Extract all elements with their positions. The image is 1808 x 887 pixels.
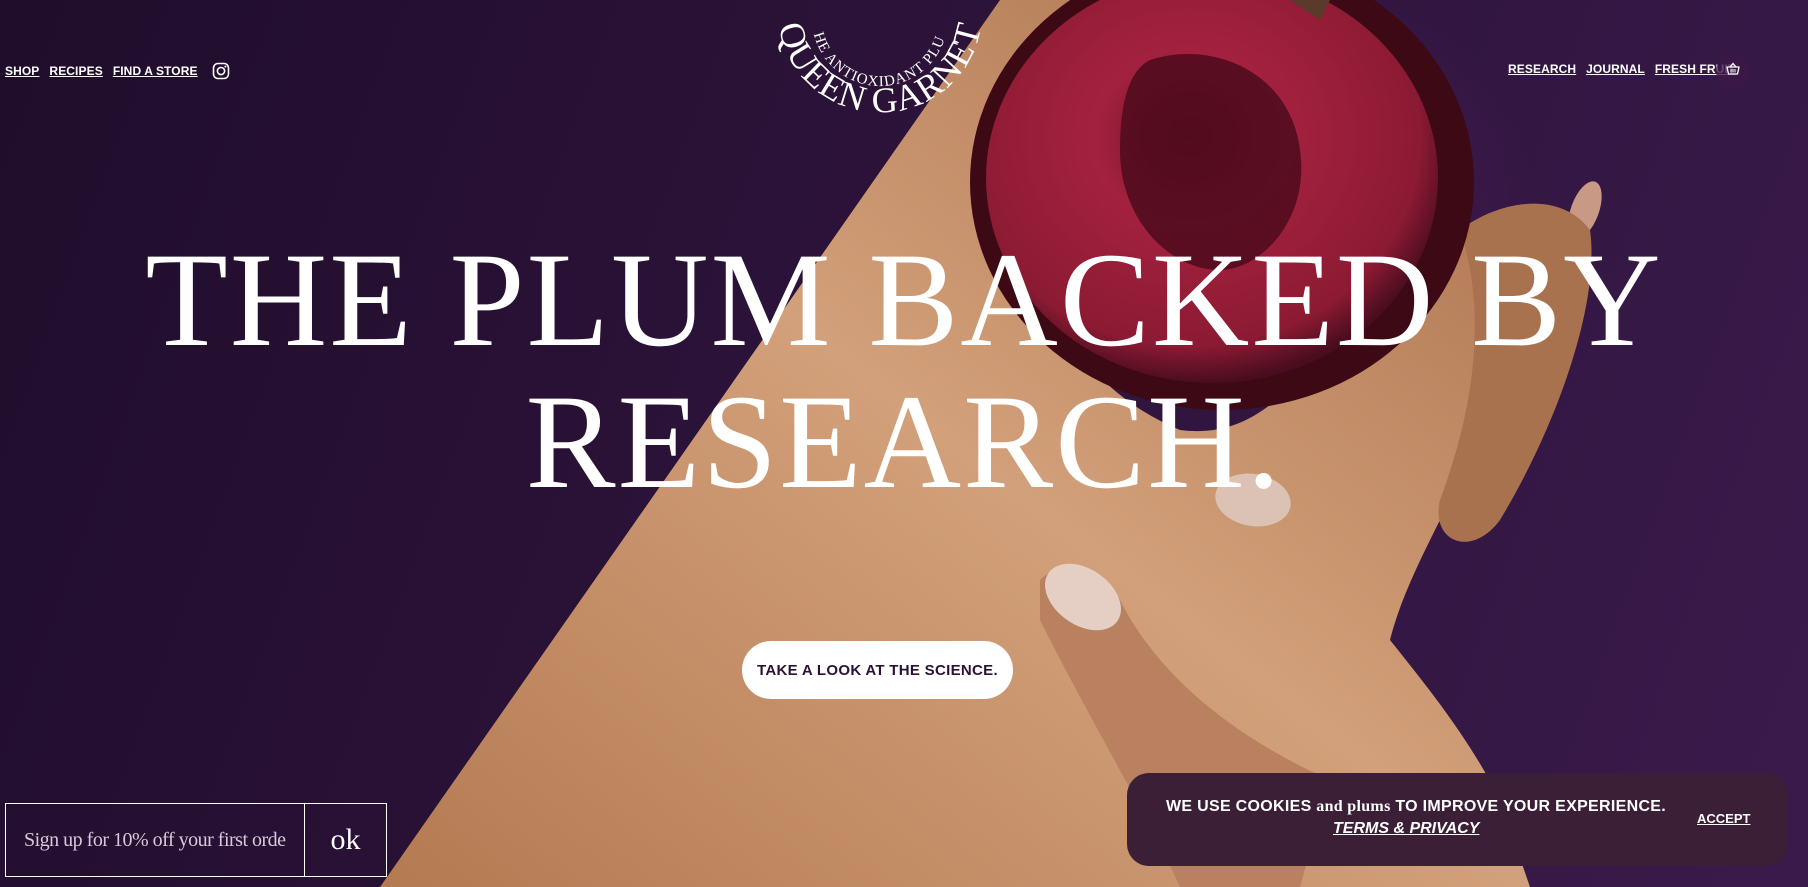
instagram-icon[interactable] [212, 62, 230, 80]
logo-brand: QUEEN GARNET [770, 18, 988, 121]
terms-privacy-link[interactable]: TERMS & PRIVACY [1333, 820, 1479, 838]
signup-ok-button[interactable]: ok [304, 804, 386, 876]
cookie-message-part-2: and plums [1316, 798, 1391, 815]
cookie-accept-button[interactable]: ACCEPT [1697, 811, 1750, 826]
nav-left: SHOP RECIPES FIND A STORE [5, 62, 230, 80]
cart-button[interactable] [1716, 54, 1750, 88]
nav-find-a-store[interactable]: FIND A STORE [113, 64, 198, 78]
nav-journal[interactable]: JOURNAL [1586, 62, 1645, 76]
headline-line-2: RESEARCH. [525, 368, 1283, 517]
hero-headline: THE PLUM BACKED BY RESEARCH. [0, 230, 1808, 514]
nav-recipes[interactable]: RECIPES [49, 64, 102, 78]
cookie-message: WE USE COOKIES and plums TO IMPROVE YOUR… [1166, 798, 1666, 816]
basket-icon [1726, 62, 1740, 81]
nav-shop[interactable]: SHOP [5, 64, 39, 78]
newsletter-signup: ok [5, 803, 387, 877]
science-cta-button[interactable]: TAKE A LOOK AT THE SCIENCE. [742, 641, 1013, 699]
signup-email-input[interactable] [6, 804, 304, 876]
nav-research[interactable]: RESEARCH [1508, 62, 1576, 76]
nav-right: RESEARCH JOURNAL FRESH FRUIT [1508, 62, 1735, 76]
headline-line-1: THE PLUM BACKED BY [145, 226, 1663, 375]
cookie-message-part-1: WE USE COOKIES [1166, 798, 1317, 815]
cookie-banner: WE USE COOKIES and plums TO IMPROVE YOUR… [1127, 773, 1788, 866]
cookie-message-part-3: TO IMPROVE YOUR EXPERIENCE. [1390, 798, 1667, 815]
svg-text:QUEEN GARNET: QUEEN GARNET [770, 18, 989, 121]
brand-logo[interactable]: THE ANTIOXIDANT PLUM QUEEN GARNET [753, 0, 1000, 140]
